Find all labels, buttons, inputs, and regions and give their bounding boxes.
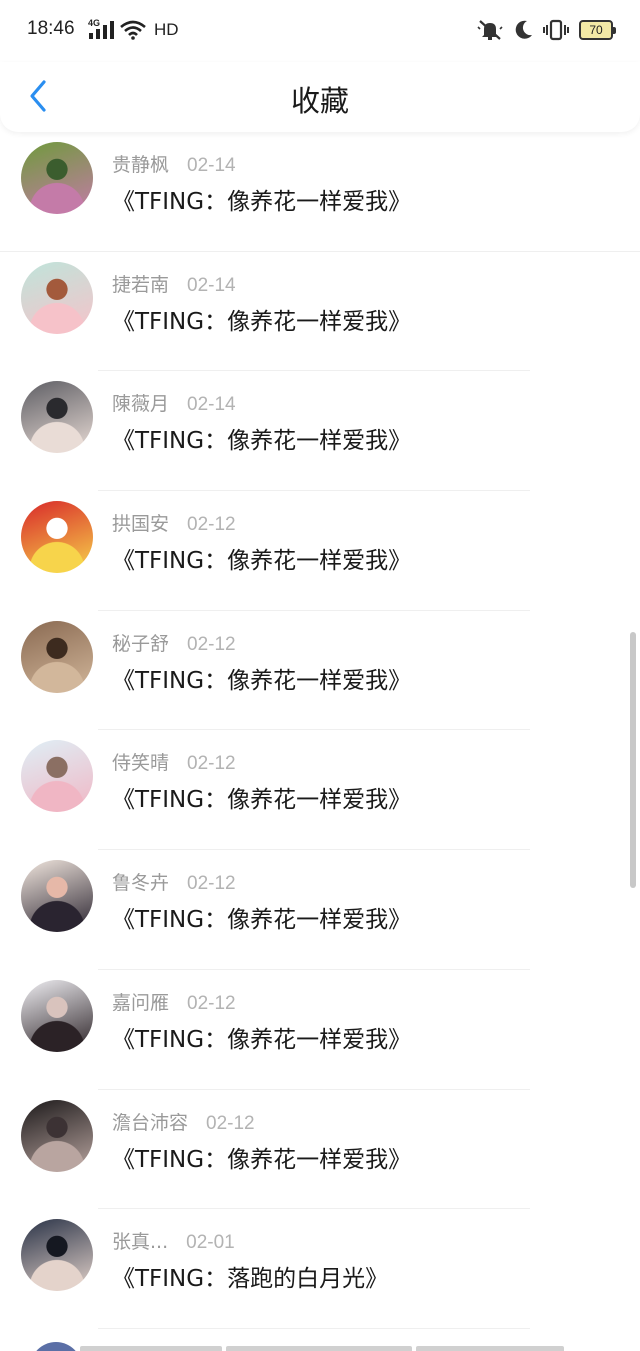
item-title: 《TFING：像养花一样爱我》: [112, 907, 412, 934]
mute-icon: [477, 19, 503, 41]
list-item[interactable]: 澹台沛容 02-12 《TFING：像养花一样爱我》: [0, 1090, 640, 1210]
divider: [98, 1327, 530, 1329]
item-title: 《TFING：像养花一样爱我》: [112, 428, 412, 455]
user-name: 秘子舒: [112, 632, 170, 655]
item-title: 《TFING：像养花一样爱我》: [112, 189, 412, 215]
name-line: 张真... 02-01: [112, 1227, 235, 1254]
user-name: 捷若南: [112, 273, 170, 296]
name-line: 嘉问雁 02-12: [112, 988, 236, 1015]
item-title: 《TFING：落跑的白月光》: [112, 1266, 389, 1293]
item-title: 《TFING：像养花一样爱我》: [112, 548, 412, 575]
user-name: 陳薇月: [112, 393, 170, 416]
post-date: 02-14: [187, 394, 236, 416]
post-date: 02-14: [187, 274, 236, 296]
list-item[interactable]: 嘉问雁 02-12 《TFING：像养花一样爱我》: [0, 970, 640, 1090]
name-line: 捷若南 02-14: [112, 270, 236, 297]
item-title: 《TFING：像养花一样爱我》: [112, 667, 412, 694]
item-title: 《TFING：像养花一样爱我》: [112, 1146, 412, 1173]
header: 收藏: [0, 62, 640, 132]
avatar[interactable]: [21, 142, 93, 214]
post-date: 02-12: [187, 753, 236, 775]
user-name: 张真...: [112, 1231, 169, 1254]
name-line: 鲁冬卉 02-12: [112, 868, 236, 895]
favorites-list: 贵静枫 02-14 《TFING：像养花一样爱我》 捷若南 02-14 《TFING：像养…: [0, 132, 640, 1329]
battery-icon: 70: [579, 20, 616, 40]
list-item[interactable]: 张真... 02-01 《TFING：落跑的白月光》: [0, 1209, 640, 1329]
name-line: 秘子舒 02-12: [112, 629, 236, 656]
list-item[interactable]: 秘子舒 02-12 《TFING：像养花一样爱我》: [0, 611, 640, 731]
list-item[interactable]: 贵静枫 02-14 《TFING：像养花一样爱我》: [0, 132, 640, 252]
post-date: 02-14: [187, 155, 236, 176]
avatar[interactable]: [21, 261, 93, 334]
avatar[interactable]: [21, 1219, 93, 1292]
signal-icon: 4G: [88, 18, 114, 40]
hd-label: HD: [154, 20, 179, 39]
status-bar: 18:46 4G HD 70: [0, 0, 640, 62]
item-title: 《TFING：像养花一样爱我》: [112, 787, 412, 814]
wifi-icon: [120, 20, 146, 40]
post-date: 02-01: [186, 1232, 235, 1254]
user-name: 侍笑晴: [112, 752, 170, 775]
post-date: 02-12: [206, 1112, 255, 1134]
vibrate-icon: [543, 19, 569, 41]
post-date: 02-12: [187, 633, 236, 655]
status-time: 18:46: [27, 18, 75, 39]
placeholder-bar: [226, 1346, 412, 1351]
user-name: 贵静枫: [112, 154, 170, 176]
name-line: 贵静枫 02-14: [112, 150, 236, 177]
name-line: 陳薇月 02-14: [112, 389, 236, 416]
avatar: [30, 1342, 82, 1351]
avatar[interactable]: [21, 1099, 93, 1172]
name-line: 侍笑晴 02-12: [112, 748, 236, 775]
status-left-icons: 4G HD: [88, 18, 179, 40]
name-line: 澹台沛容 02-12: [112, 1108, 255, 1135]
list-item[interactable]: 捷若南 02-14 《TFING：像养花一样爱我》: [0, 252, 640, 372]
name-line: 拱国安 02-12: [112, 509, 236, 536]
avatar[interactable]: [21, 979, 93, 1052]
user-name: 拱国安: [112, 513, 170, 536]
list-item[interactable]: 侍笑晴 02-12 《TFING：像养花一样爱我》: [0, 730, 640, 851]
battery-level: 70: [589, 23, 603, 37]
avatar[interactable]: [21, 501, 93, 574]
avatar[interactable]: [21, 381, 93, 454]
list-item-partial[interactable]: [0, 1330, 640, 1351]
placeholder-bar: [416, 1346, 564, 1351]
avatar[interactable]: [21, 620, 93, 693]
user-name: 鲁冬卉: [112, 872, 170, 895]
avatar[interactable]: [21, 740, 93, 813]
scrollbar[interactable]: [630, 632, 636, 888]
list-item[interactable]: 陳薇月 02-14 《TFING：像养花一样爱我》: [0, 371, 640, 492]
placeholder-bar: [80, 1346, 222, 1351]
page-title: 收藏: [290, 84, 349, 118]
user-name: 嘉问雁: [112, 991, 170, 1014]
status-right-icons: 70: [477, 19, 616, 41]
list-item[interactable]: 鲁冬卉 02-12 《TFING：像养花一样爱我》: [0, 850, 640, 970]
post-date: 02-12: [187, 992, 236, 1014]
avatar[interactable]: [21, 860, 93, 933]
post-date: 02-12: [187, 514, 236, 536]
user-name: 澹台沛容: [112, 1111, 189, 1134]
moon-icon: [513, 19, 533, 41]
post-date: 02-12: [187, 873, 236, 895]
item-title: 《TFING：像养花一样爱我》: [112, 1026, 412, 1053]
item-title: 《TFING：像养花一样爱我》: [112, 308, 412, 335]
list-item[interactable]: 拱国安 02-12 《TFING：像养花一样爱我》: [0, 491, 640, 611]
